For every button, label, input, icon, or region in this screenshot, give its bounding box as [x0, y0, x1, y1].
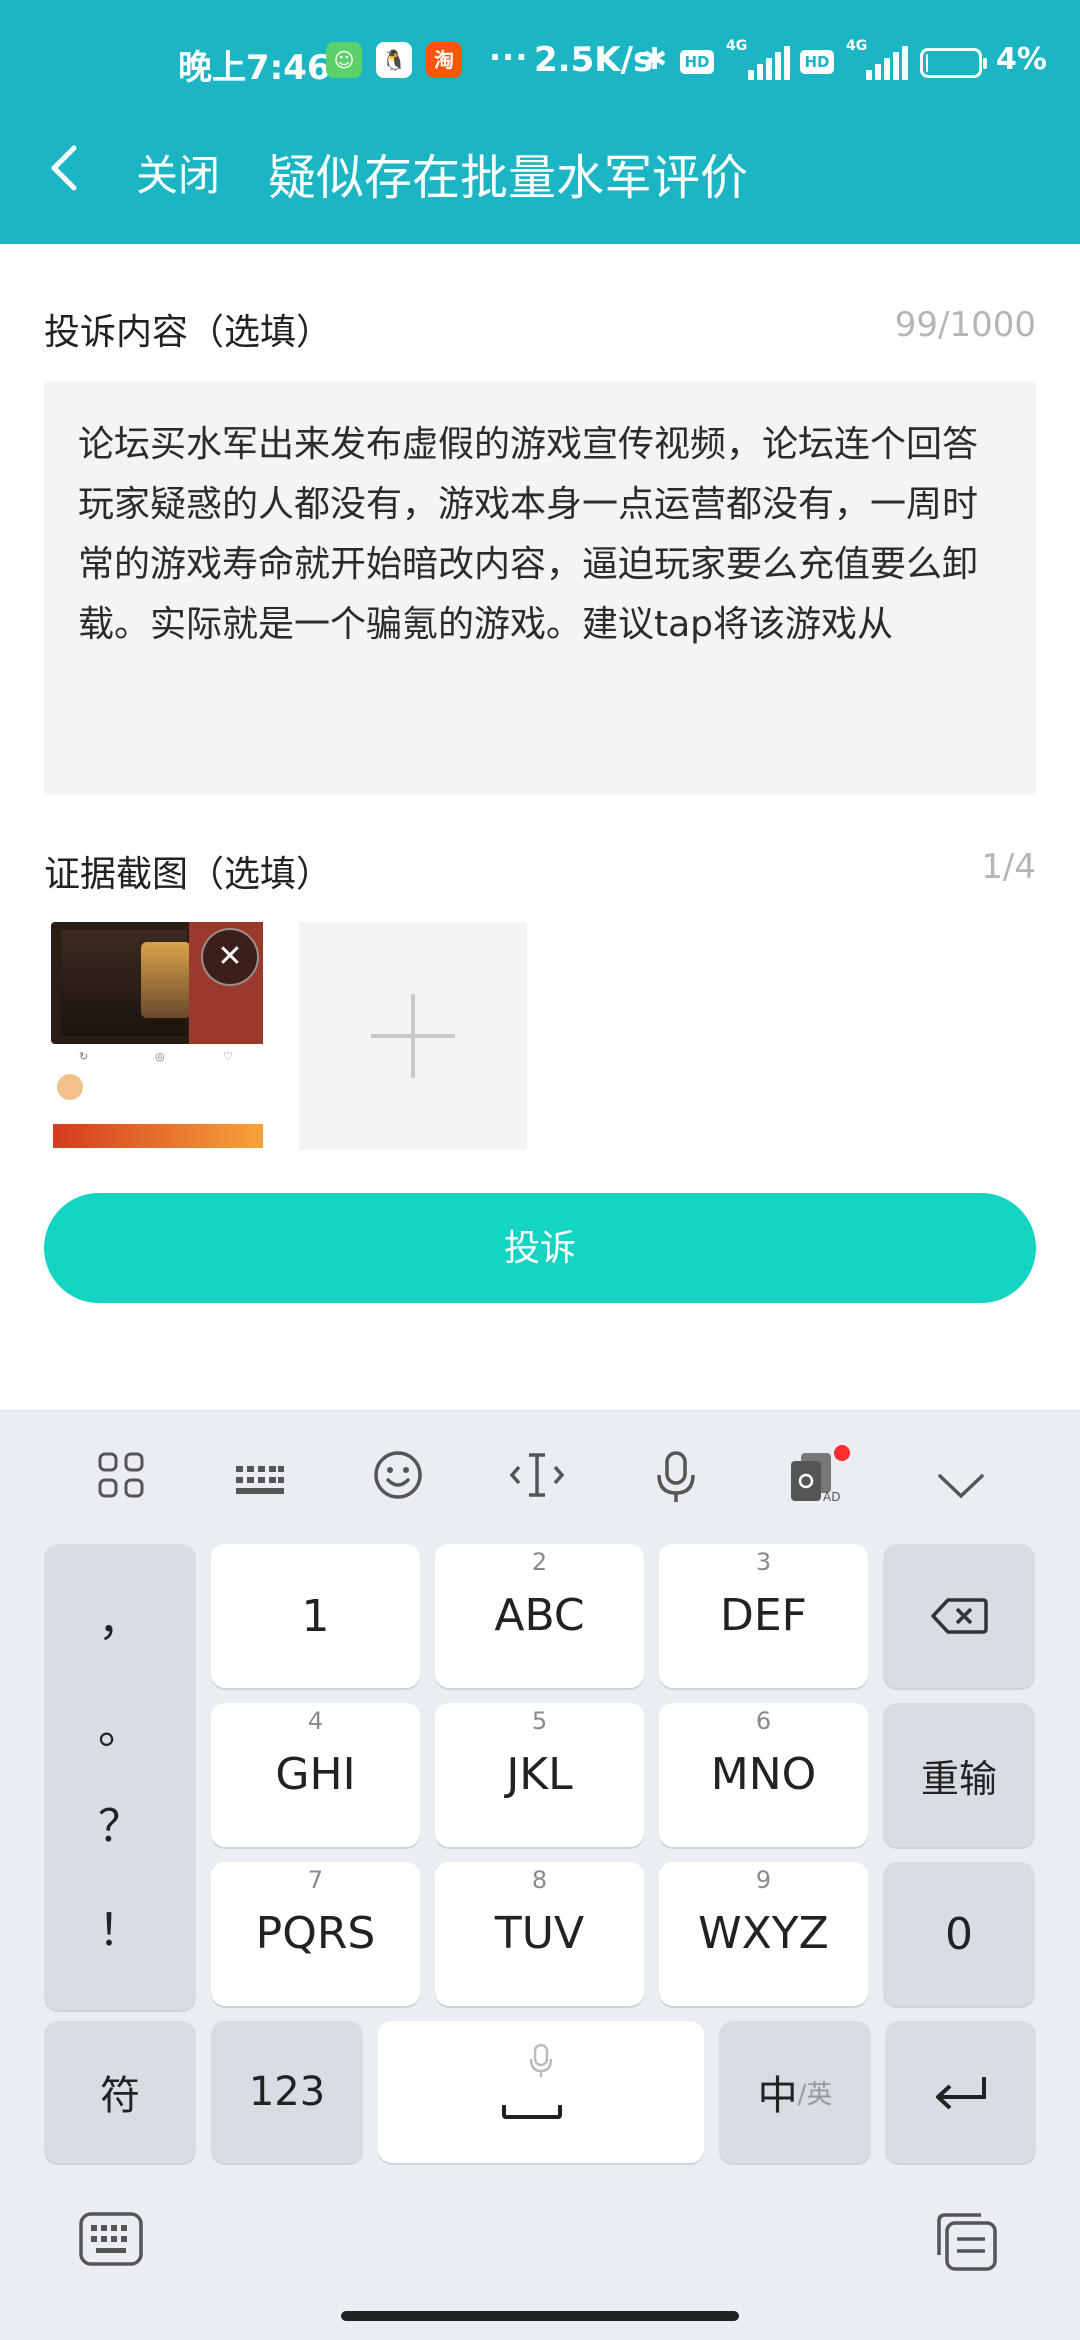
close-button[interactable]: 关闭	[136, 142, 220, 203]
hd-badge-2: HD	[800, 50, 834, 74]
submit-complaint-button[interactable]: 投诉	[44, 1193, 1036, 1303]
svg-text:AD: AD	[823, 1490, 840, 1504]
remove-image-button[interactable]: ✕	[201, 928, 259, 986]
numbers-key[interactable]: 123	[211, 2021, 363, 2163]
key-tuv[interactable]: 8 TUV	[435, 1862, 644, 2006]
comma-key[interactable]: ，	[44, 1584, 196, 1648]
mic-icon[interactable]	[641, 1449, 711, 1519]
network-type-1: 4G	[726, 38, 748, 54]
title-bar: 关闭 疑似存在批量水军评价	[0, 124, 1080, 216]
space-icon	[502, 2105, 562, 2119]
evidence-count: 1/4	[981, 847, 1036, 887]
evidence-label: 证据截图（选填）	[44, 854, 333, 895]
signal-icon-1	[748, 46, 792, 80]
symbols-key[interactable]: 符	[44, 2021, 196, 2163]
chevron-left-icon[interactable]	[44, 138, 94, 198]
exclamation-key[interactable]: ！	[44, 1894, 196, 1958]
mic-icon	[378, 2043, 704, 2087]
more-notifications: ···	[489, 38, 529, 76]
backspace-icon	[883, 1544, 1035, 1688]
qq-icon: 🐧	[376, 42, 412, 78]
key-pqrs[interactable]: 7 PQRS	[211, 1862, 420, 2006]
battery-icon	[920, 48, 987, 78]
thumbnail-actions: ↻ ◎ ♡	[79, 1050, 233, 1063]
page-title: 疑似存在批量水军评价	[268, 150, 749, 206]
key-mno[interactable]: 6 MNO	[659, 1703, 868, 1847]
signal-icon-2	[866, 46, 910, 80]
enter-icon	[885, 2021, 1036, 2163]
wechat-icon: ☺	[326, 42, 362, 78]
complaint-label: 投诉内容（选填）	[44, 312, 333, 353]
complaint-textarea[interactable]: 论坛买水军出来发布虚假的游戏宣传视频，论坛连个回答玩家疑惑的人都没有，游戏本身一…	[44, 381, 1036, 795]
keyboard-icon[interactable]	[225, 1449, 295, 1519]
enter-key[interactable]	[885, 2021, 1036, 2163]
plus-icon	[359, 982, 467, 1090]
skin-icon[interactable]: AD	[780, 1445, 850, 1519]
clipboard-icon[interactable]	[932, 2211, 1002, 2281]
key-abc[interactable]: 2 ABC	[435, 1544, 644, 1688]
app-header: 晚上7:46 ☺ 🐧 淘 ··· 2.5K/s ✱ HD 4G HD 4G 4%…	[0, 0, 1080, 244]
complaint-char-count: 99/1000	[894, 305, 1036, 345]
battery-level	[926, 54, 928, 72]
reinput-key[interactable]: 重输	[883, 1703, 1035, 1847]
network-speed: 2.5K/s	[534, 40, 654, 80]
key-def[interactable]: 3 DEF	[659, 1544, 868, 1688]
key-0[interactable]: 0	[883, 1862, 1035, 2006]
cursor-icon[interactable]	[502, 1449, 572, 1519]
notification-dot	[834, 1445, 850, 1461]
question-key[interactable]: ？	[44, 1790, 196, 1854]
grid-icon[interactable]	[86, 1449, 156, 1519]
key-ghi[interactable]: 4 GHI	[211, 1703, 420, 1847]
chevron-down-icon[interactable]	[926, 1449, 996, 1519]
key-jkl[interactable]: 5 JKL	[435, 1703, 644, 1847]
add-image-button[interactable]	[299, 922, 527, 1150]
network-type-2: 4G	[846, 38, 868, 54]
status-time: 晚上7:46	[178, 48, 331, 88]
home-indicator[interactable]	[341, 2311, 739, 2321]
space-key[interactable]	[378, 2021, 704, 2163]
taobao-icon: 淘	[426, 42, 462, 78]
backspace-key[interactable]	[883, 1544, 1035, 1688]
period-key[interactable]: 。	[44, 1692, 196, 1756]
language-switch-key[interactable]: 中/英	[719, 2021, 871, 2163]
emoji-icon[interactable]	[363, 1449, 433, 1519]
keyboard-switch-icon[interactable]	[76, 2211, 146, 2281]
key-1[interactable]: 1	[211, 1544, 420, 1688]
bluetooth-icon: ✱	[642, 42, 668, 77]
key-wxyz[interactable]: 9 WXYZ	[659, 1862, 868, 2006]
punctuation-column[interactable]: ， 。 ？ ！	[44, 1544, 196, 2010]
thumbnail-user	[57, 1074, 89, 1100]
status-bar: 晚上7:46 ☺ 🐧 淘 ··· 2.5K/s ✱ HD 4G HD 4G 4%	[0, 38, 1080, 88]
ime-keyboard: AD ， 。 ？ ！ 1 2 ABC 3 DEF 4 GHI 5 JKL 6 M…	[0, 1410, 1080, 2340]
evidence-thumbnail[interactable]: ✕ ↻ ◎ ♡	[51, 922, 263, 1148]
thumbnail-banner	[53, 1124, 263, 1148]
battery-percent: 4%	[996, 42, 1047, 77]
hd-badge-1: HD	[680, 50, 714, 74]
